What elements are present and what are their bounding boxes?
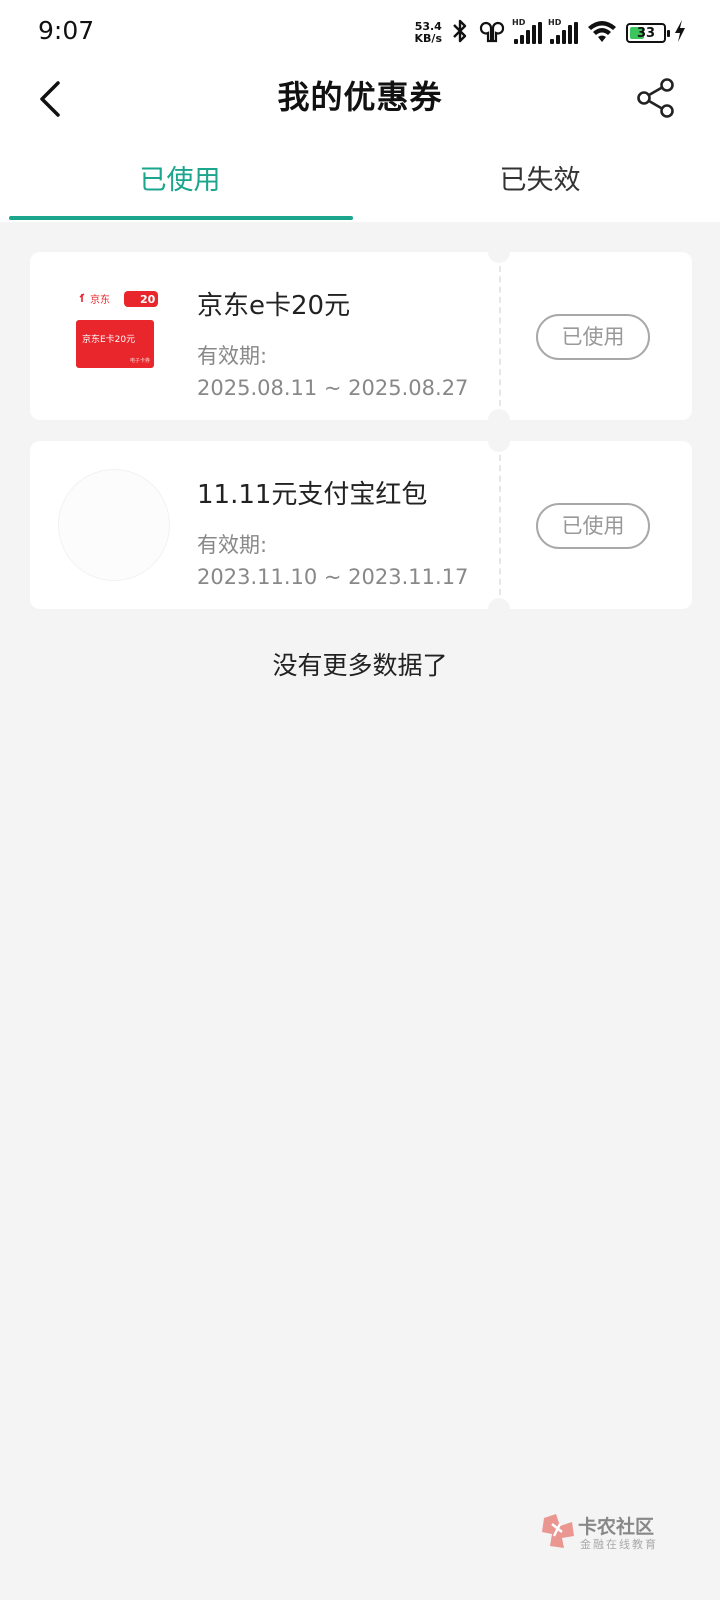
bluetooth-icon — [450, 18, 470, 48]
watermark-subtitle: 金融在线教育 — [580, 1538, 658, 1551]
coupon-notch — [488, 430, 510, 452]
coupon-divider — [499, 455, 501, 595]
signal-icon: HD — [512, 18, 542, 44]
tab-used[interactable]: 已使用 — [0, 144, 360, 222]
coupon-title: 11.11元支付宝红包 — [197, 480, 428, 510]
page-title: 我的优惠券 — [277, 78, 443, 116]
coupon-notch — [488, 598, 510, 620]
watermark-title: 卡农社区 — [578, 1516, 655, 1538]
jd-card-thumbnail: 京东 20 京东E卡20元 电子卡券 — [70, 290, 160, 380]
status-icons: 53.4 KB/s HD HD 33 — [415, 16, 686, 50]
tab-expired[interactable]: 已失效 — [360, 144, 720, 222]
status-time: 9:07 — [38, 16, 95, 45]
coupon-title: 京东e卡20元 — [197, 291, 351, 321]
app-header: 我的优惠券 — [0, 64, 720, 134]
coupon-notch — [488, 241, 510, 263]
charging-icon — [674, 20, 686, 46]
share-icon — [637, 78, 674, 118]
coupon-valid-label: 有效期: — [197, 533, 268, 557]
wifi-icon — [586, 18, 618, 48]
coupon-divider — [499, 266, 501, 406]
network-speed: 53.4 KB/s — [415, 21, 442, 45]
network-speed-unit: KB/s — [414, 32, 442, 45]
coupon-status-badge: 已使用 — [536, 314, 650, 360]
watermark: 卡农社区 金融在线教育 — [540, 1512, 670, 1552]
earbuds-icon — [478, 18, 506, 48]
coupon-valid-label: 有效期: — [197, 344, 268, 368]
no-more-data-text: 没有更多数据了 — [272, 651, 448, 680]
jd-brand-text: 京东 — [90, 293, 110, 306]
coupon-thumbnail-placeholder — [58, 469, 170, 581]
jd-card-text: 京东E卡20元 — [82, 333, 135, 345]
coupon-valid-range: 2023.11.10 ~ 2023.11.17 — [197, 565, 469, 589]
battery-icon: 33 — [626, 23, 670, 43]
jd-amount-text: 20 — [140, 293, 156, 306]
kanong-logo-icon — [542, 1514, 574, 1548]
share-button[interactable] — [628, 70, 684, 126]
status-bar: 9:07 53.4 KB/s HD HD 33 — [0, 0, 720, 64]
coupon-notch — [488, 409, 510, 431]
coupon-card[interactable]: 11.11元支付宝红包 有效期: 2023.11.10 ~ 2023.11.17… — [30, 430, 692, 620]
signal-icon: HD — [548, 18, 578, 44]
jd-card-subtext: 电子卡券 — [130, 357, 150, 364]
tab-indicator — [9, 216, 353, 220]
coupon-status-badge: 已使用 — [536, 503, 650, 549]
tab-bar: 已使用 已失效 — [0, 144, 720, 222]
coupon-valid-range: 2025.08.11 ~ 2025.08.27 — [197, 376, 469, 400]
coupon-card[interactable]: 京东 20 京东E卡20元 电子卡券 京东e卡20元 有效期: 2025.08.… — [30, 241, 692, 431]
